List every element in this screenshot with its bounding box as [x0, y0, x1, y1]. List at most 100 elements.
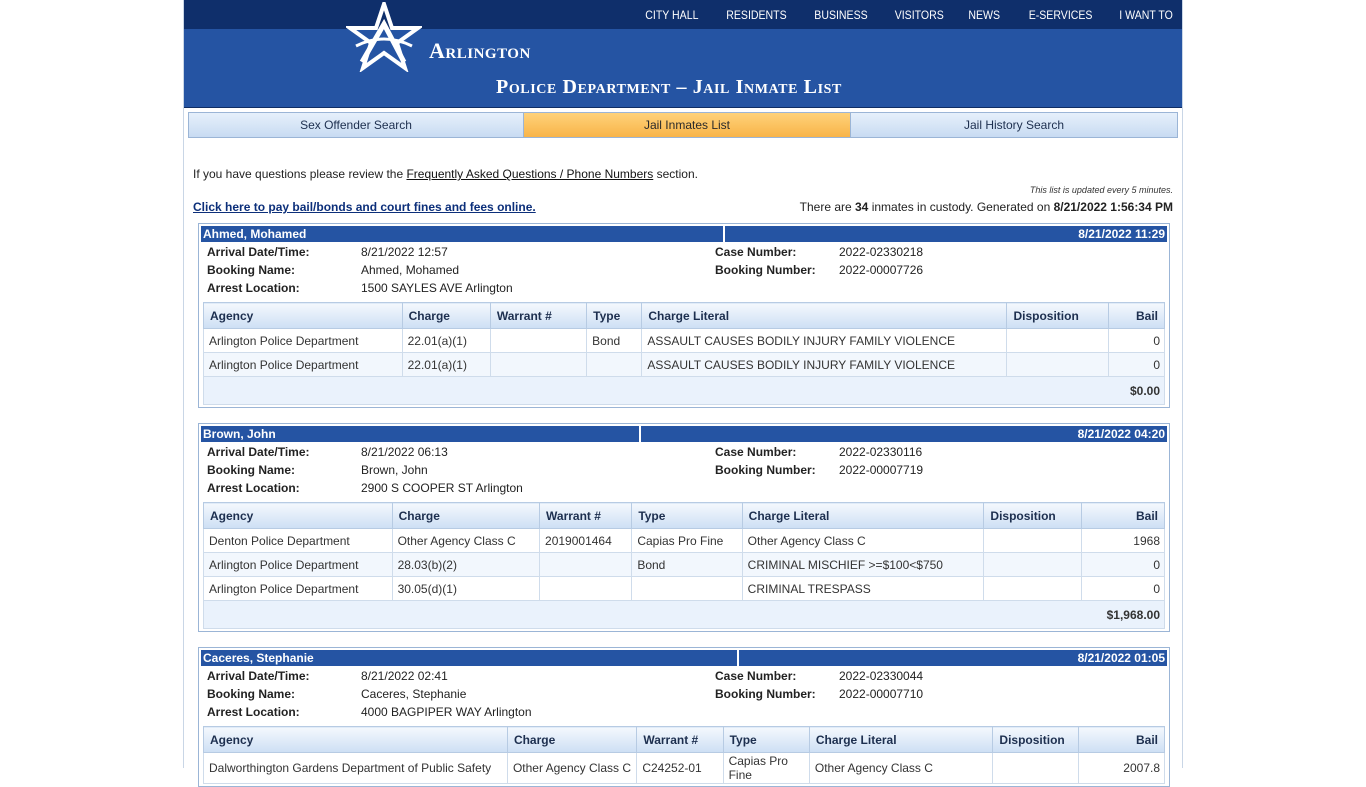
count-number: 34	[855, 200, 869, 214]
header-divider	[723, 226, 725, 242]
column-header-disposition[interactable]: Disposition	[983, 502, 1082, 529]
inmate-record: Caceres, Stephanie 8/21/2022 01:05 Arrival…	[198, 647, 1170, 787]
column-header-charge-literal[interactable]: Charge Literal	[741, 502, 985, 529]
table-cell	[489, 352, 588, 377]
table-cell: C24252-01	[636, 752, 724, 784]
page-title: Police Department – Jail Inmate List	[496, 76, 842, 98]
charges-table: Agency Charge Warrant # Type Charge Literal D…	[203, 726, 1166, 784]
top-nav-links: CITY HALL RESIDENTS BUSINESS VISITORS NEWS E-…	[618, 0, 1173, 29]
column-header-type[interactable]: Type	[631, 502, 743, 529]
inmate-name[interactable]: Ahmed, Mohamed	[203, 226, 306, 242]
table-cell	[1006, 328, 1109, 353]
inmate-record: Brown, John 8/21/2022 04:20 Arrival Date/T…	[198, 423, 1170, 632]
generated-timestamp: 8/21/2022 1:56:34 PM	[1053, 200, 1173, 214]
table-cell: 0	[1080, 552, 1166, 577]
inmate-name[interactable]: Caceres, Stephanie	[203, 650, 314, 666]
tab-sex-offender-search[interactable]: Sex Offender Search	[189, 113, 524, 137]
column-header-bail[interactable]: Bail	[1077, 726, 1166, 753]
table-cell: ASSAULT CAUSES BODILY INJURY FAMILY VIOL…	[641, 328, 1008, 353]
inmate-name[interactable]: Brown, John	[203, 426, 276, 442]
intro-text: If you have questions please review the …	[193, 167, 698, 181]
column-header-warrant[interactable]: Warrant #	[636, 726, 724, 753]
column-header-charge-literal[interactable]: Charge Literal	[641, 302, 1008, 329]
table-cell: CRIMINAL TRESPASS	[741, 576, 985, 601]
column-header-charge[interactable]: Charge	[391, 502, 541, 529]
bail-total: $1,968.00	[203, 600, 1165, 629]
top-nav-visitors[interactable]: VISITORS	[895, 8, 944, 22]
column-header-disposition[interactable]: Disposition	[992, 726, 1079, 753]
table-cell	[1006, 352, 1109, 377]
count-prefix: There are	[799, 200, 855, 214]
column-header-charge-literal[interactable]: Charge Literal	[808, 726, 994, 753]
value-case-number: 2022-02330044	[839, 669, 924, 683]
table-cell: CRIMINAL MISCHIEF >=$100<$750	[741, 552, 985, 577]
table-cell: 30.05(d)(1)	[391, 576, 541, 601]
table-cell: Arlington Police Department	[203, 552, 393, 577]
update-note: This list is updated every 5 minutes.	[1029, 185, 1173, 195]
label-arrival: Arrival Date/Time:	[207, 445, 310, 459]
table-row: Arlington Police Department 28.03(b)(2) Bo…	[203, 552, 1166, 577]
table-cell	[539, 576, 633, 601]
top-nav-news[interactable]: NEWS	[968, 8, 1000, 22]
table-cell: 0	[1107, 328, 1166, 353]
label-booking-number: Booking Number:	[715, 263, 816, 277]
table-cell: Capias Pro Fine	[722, 752, 810, 784]
label-arrest-location: Arrest Location:	[207, 481, 300, 495]
table-cell: Arlington Police Department	[203, 352, 403, 377]
label-booking-number: Booking Number:	[715, 463, 816, 477]
value-booking-number: 2022-00007726	[839, 263, 924, 277]
column-header-warrant[interactable]: Warrant #	[489, 302, 588, 329]
table-cell: Other Agency Class C	[506, 752, 638, 784]
column-header-disposition[interactable]: Disposition	[1006, 302, 1109, 329]
page-container: CITY HALL RESIDENTS BUSINESS VISITORS NEWS E-…	[183, 0, 1183, 787]
column-header-bail[interactable]: Bail	[1107, 302, 1166, 329]
table-cell	[983, 528, 1082, 553]
bail-total: $0.00	[203, 376, 1165, 405]
total-row: $0.00	[203, 376, 1165, 405]
top-nav-e-services[interactable]: E-SERVICES	[1028, 8, 1092, 22]
inmate-header: Brown, John 8/21/2022 04:20	[201, 426, 1167, 442]
table-cell: Other Agency Class C	[391, 528, 541, 553]
inmate-header: Ahmed, Mohamed 8/21/2022 11:29	[201, 226, 1167, 242]
column-header-type[interactable]: Type	[722, 726, 810, 753]
value-booking-name: Ahmed, Mohamed	[361, 263, 460, 277]
inmate-date: 8/21/2022 04:20	[1077, 427, 1165, 441]
table-cell: ASSAULT CAUSES BODILY INJURY FAMILY VIOL…	[641, 352, 1008, 377]
column-header-agency[interactable]: Agency	[203, 302, 403, 329]
column-header-warrant[interactable]: Warrant #	[539, 502, 633, 529]
total-row: $1,968.00	[203, 600, 1165, 629]
table-cell: 2007.8	[1077, 752, 1166, 784]
table-row: Dalworthington Gardens Department of Pub…	[203, 752, 1166, 784]
value-booking-name: Brown, John	[361, 463, 428, 477]
table-cell: 0	[1080, 576, 1166, 601]
column-header-bail[interactable]: Bail	[1080, 502, 1166, 529]
value-case-number: 2022-02330116	[839, 445, 923, 459]
column-header-charge[interactable]: Charge	[506, 726, 638, 753]
pay-bail-link[interactable]: Click here to pay bail/bonds and court f…	[193, 200, 536, 214]
tab-jail-history-search[interactable]: Jail History Search	[851, 113, 1177, 137]
column-header-agency[interactable]: Agency	[203, 726, 508, 753]
header-divider	[639, 426, 641, 442]
column-header-type[interactable]: Type	[586, 302, 643, 329]
table-cell: Arlington Police Department	[203, 576, 393, 601]
top-nav-business[interactable]: BUSINESS	[814, 8, 867, 22]
value-case-number: 2022-02330218	[839, 245, 924, 259]
charges-table: Agency Charge Warrant # Type Charge Literal D…	[203, 502, 1166, 629]
top-nav-city-hall[interactable]: CITY HALL	[645, 8, 698, 22]
top-nav-i-want-to[interactable]: I WANT TO	[1119, 8, 1173, 22]
column-header-agency[interactable]: Agency	[203, 502, 393, 529]
inmate-date: 8/21/2022 11:29	[1078, 227, 1165, 241]
label-booking-number: Booking Number:	[715, 687, 816, 701]
faq-link[interactable]: Frequently Asked Questions / Phone Numbe…	[406, 167, 653, 181]
logo-text[interactable]: Arlington	[429, 38, 531, 64]
top-nav-residents[interactable]: RESIDENTS	[727, 8, 787, 22]
table-cell	[539, 552, 633, 577]
header-divider	[737, 650, 739, 666]
column-header-charge[interactable]: Charge	[401, 302, 491, 329]
label-arrest-location: Arrest Location:	[207, 281, 300, 295]
table-cell: 22.01(a)(1)	[401, 328, 491, 353]
label-case-number: Case Number:	[715, 445, 797, 459]
table-cell	[983, 576, 1082, 601]
tab-jail-inmates-list[interactable]: Jail Inmates List	[524, 113, 851, 137]
table-cell: Capias Pro Fine	[631, 528, 743, 553]
